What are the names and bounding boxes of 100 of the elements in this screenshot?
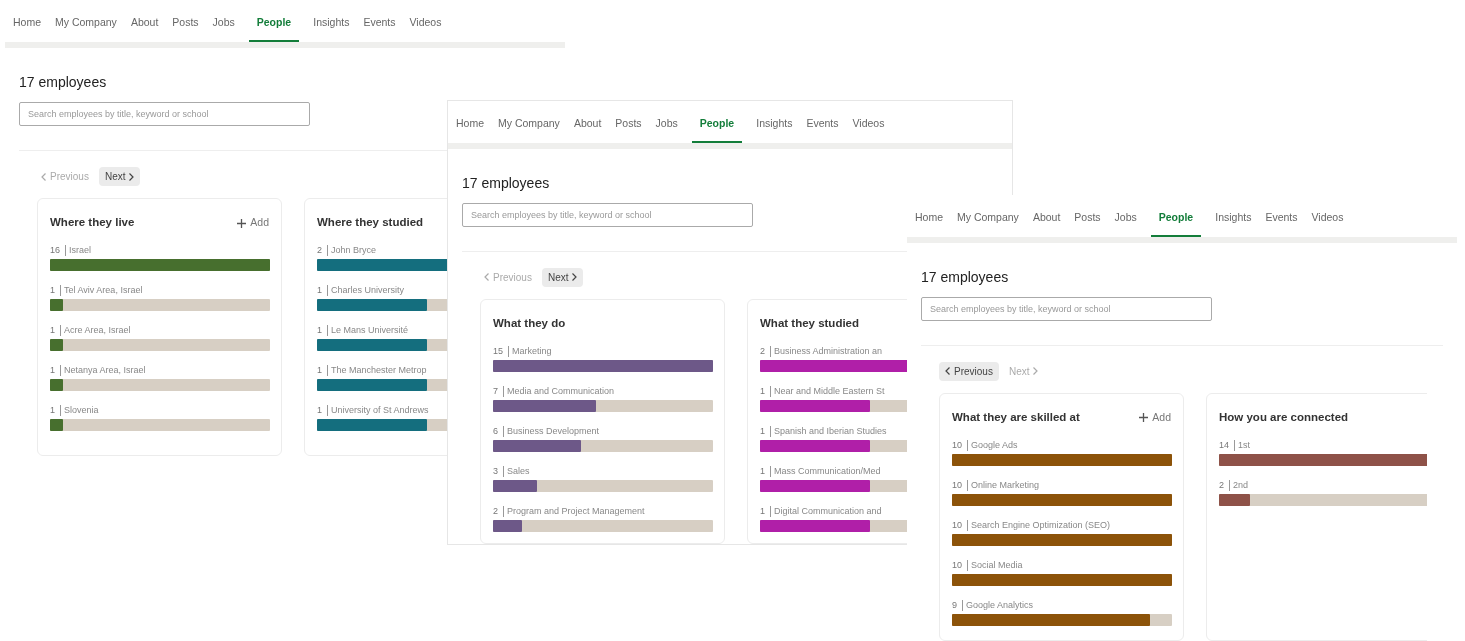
row-label: Google Ads [967,439,1018,451]
row-count: 1 [760,425,765,437]
row-count: 2 [1219,479,1224,491]
search-field[interactable]: Search employees by title, keyword or school [19,102,310,126]
nav-tab[interactable]: People [248,15,300,42]
row-label: University of St Andrews [327,405,429,416]
row-label: Business Development [503,425,600,437]
row-count: 10 [952,559,962,571]
employee-count: 17 employees [19,73,108,92]
nav-tab[interactable]: My Company [55,15,117,42]
nav-tab[interactable]: My Company [498,116,560,143]
nav-tab[interactable]: Events [363,15,396,42]
nav-tab[interactable]: Videos [852,116,885,143]
row-label: Digital Communication and [770,505,882,517]
previous-button[interactable]: Previous [939,361,999,381]
next-button[interactable]: Next [98,167,141,186]
search-field[interactable]: Search employees by title, keyword or school [462,203,753,227]
row-label: Marketing [508,345,552,357]
chevron-right-icon [572,273,578,282]
row-count: 1 [317,365,322,376]
row-label: Near and Middle Eastern St [770,385,885,397]
row-label: Social Media [967,559,1023,571]
nav-tab[interactable]: Jobs [212,15,235,42]
row-label: Media and Communication [503,385,615,397]
row-label: John Bryce [327,245,377,256]
row-label: Business Administration an [770,345,883,357]
next-button[interactable]: Next [541,267,584,287]
card-title: Where they studied [317,215,424,231]
row-count: 1 [317,285,322,296]
nav-tab[interactable]: Insights [313,15,350,42]
row-count: 3 [493,465,498,477]
nav-tab[interactable]: Jobs [655,116,678,143]
nav-tab[interactable]: Events [1265,210,1298,237]
row-count: 10 [952,439,962,451]
row-count: 1 [50,285,55,296]
nav-tab[interactable]: My Company [957,210,1019,237]
row-count: 2 [493,505,498,517]
row-label: Google Analytics [962,599,1034,611]
row-label: Slovenia [60,405,99,416]
nav-tab[interactable]: People [691,116,743,143]
card-title: What they studied [760,316,860,332]
row-count: 10 [952,479,962,491]
row-count: 9 [952,599,957,611]
search-field[interactable]: Search employees by title, keyword or school [921,297,1212,321]
nav-tab[interactable]: Posts [615,116,642,143]
row-count: 6 [493,425,498,437]
row-label: Charles University [327,285,405,296]
row-label: 1st [1234,439,1251,451]
nav-tab[interactable]: Home [13,15,41,42]
card-title: Where they live [50,215,135,231]
row-count: 1 [50,365,55,376]
row-count: 16 [50,245,60,256]
row-label: 2nd [1229,479,1249,491]
nav-tab[interactable]: About [573,116,602,143]
plus-icon [237,218,247,228]
row-count: 1 [50,405,55,416]
employee-count: 17 employees [921,268,1010,287]
row-label: Mass Communication/Med [770,465,881,477]
plus-icon [1139,413,1149,423]
chevron-left-icon [945,367,950,376]
row-count: 1 [760,465,765,477]
nav-tab[interactable]: Videos [1311,210,1344,237]
row-label: Le Mans Université [327,325,409,336]
row-label: Program and Project Management [503,505,645,517]
row-label: Online Marketing [967,479,1040,491]
card-title: What they are skilled at [952,410,1080,426]
row-count: 10 [952,519,962,531]
nav-tab[interactable]: Videos [409,15,442,42]
row-count: 2 [317,245,322,256]
nav-tab[interactable]: Jobs [1114,210,1137,237]
nav-tab[interactable]: Posts [172,15,199,42]
row-label: Sales [503,465,530,477]
row-label: Acre Area, Israel [60,325,131,336]
row-label: Tel Aviv Area, Israel [60,285,143,296]
nav-tab[interactable]: Posts [1074,210,1101,237]
row-label: Spanish and Iberian Studies [770,425,887,437]
row-count: 2 [760,345,765,357]
row-count: 1 [317,405,322,416]
row-count: 1 [760,385,765,397]
row-count: 7 [493,385,498,397]
row-label: Israel [65,245,92,256]
card-title: How you are connected [1219,410,1349,426]
row-count: 1 [50,325,55,336]
nav-tab[interactable]: About [130,15,159,42]
chevron-left-icon [484,273,489,282]
nav-tab[interactable]: About [1032,210,1061,237]
nav-tab[interactable]: Home [915,210,943,237]
nav-tab[interactable]: People [1150,210,1202,237]
add-button[interactable]: Add [1139,410,1171,426]
chevron-right-icon [1033,367,1039,376]
nav-tab[interactable]: Events [806,116,839,143]
nav-tab[interactable]: Home [456,116,484,143]
employee-count: 17 employees [462,174,551,193]
chevron-left-icon [41,172,46,181]
chevron-right-icon [129,172,135,181]
add-button[interactable]: Add [237,215,269,231]
nav-tab[interactable]: Insights [756,116,793,143]
card-title: What they do [493,316,566,332]
row-label: Netanya Area, Israel [60,365,146,376]
nav-tab[interactable]: Insights [1215,210,1252,237]
